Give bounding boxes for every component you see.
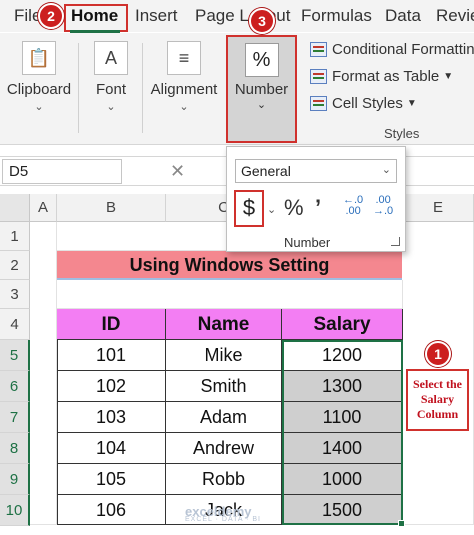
cell-id[interactable]: 105: [57, 464, 166, 495]
decrease-decimal-button[interactable]: .00 →.0: [373, 195, 393, 217]
cell-id[interactable]: 106: [57, 495, 166, 525]
font-label: Font: [95, 81, 126, 98]
cell-name[interactable]: Andrew: [166, 433, 282, 464]
cancel-icon[interactable]: ✕: [170, 161, 185, 182]
styles-group-label: Styles: [384, 126, 420, 141]
grid-column-a: [30, 222, 57, 525]
ribbon-separator: [78, 43, 79, 133]
header-id[interactable]: ID: [57, 309, 166, 340]
cell-salary[interactable]: 1200: [282, 340, 403, 371]
chevron-down-icon: ⌄: [179, 101, 189, 113]
cell-id[interactable]: 103: [57, 402, 166, 433]
chevron-down-icon: ▼: [406, 98, 417, 109]
conditional-formatting-label: Conditional Formatting: [332, 41, 474, 58]
grid-row-3: [57, 280, 403, 309]
number-format-value: General: [241, 163, 291, 179]
cell-id[interactable]: 102: [57, 371, 166, 402]
watermark-logo: exceldemy EXCEL · DATA · BI: [185, 504, 261, 523]
format-as-table-button[interactable]: Format as Table ▼: [310, 68, 453, 85]
row-header-3[interactable]: 3: [0, 280, 30, 309]
name-box[interactable]: D5: [2, 159, 122, 184]
number-format-dropdown: General ⌄ $ ⌄ % ’ ←.0 .00 .00 →.0 Number: [226, 146, 406, 252]
ribbon-separator: [142, 43, 143, 133]
column-header-a[interactable]: A: [30, 194, 57, 222]
comma-style-button[interactable]: ’: [315, 195, 321, 221]
cell-styles-label: Cell Styles: [332, 95, 403, 112]
font-icon: A: [94, 41, 128, 75]
watermark-subtext: EXCEL · DATA · BI: [185, 516, 261, 523]
clipboard-icon: 📋: [22, 41, 56, 75]
cell-name[interactable]: Smith: [166, 371, 282, 402]
row-header-9[interactable]: 9: [0, 464, 30, 495]
column-header-b[interactable]: B: [57, 194, 166, 222]
conditional-formatting-icon: [310, 42, 327, 57]
chevron-down-icon: ⌄: [381, 164, 391, 176]
cell-name[interactable]: Mike: [166, 340, 282, 371]
fill-handle[interactable]: [398, 520, 405, 527]
tab-review[interactable]: Revie: [436, 6, 474, 26]
select-all-corner[interactable]: [0, 194, 30, 222]
font-group[interactable]: A Font ⌄: [88, 41, 134, 113]
cell-id[interactable]: 101: [57, 340, 166, 371]
alignment-group[interactable]: ≡ Alignment ⌄: [150, 41, 218, 113]
row-header-6[interactable]: 6: [0, 371, 30, 402]
chevron-down-icon: ⌄: [106, 101, 116, 113]
clipboard-label: Clipboard: [6, 81, 72, 98]
number-icon-glyph: %: [252, 48, 271, 71]
cell-salary[interactable]: 1500: [282, 495, 403, 525]
instruction-note: Select the Salary Column: [406, 369, 469, 431]
cell-styles-icon: [310, 96, 327, 111]
number-group-label: Number: [234, 81, 289, 98]
tab-insert[interactable]: Insert: [135, 6, 178, 26]
chevron-down-icon: ⌄: [256, 99, 267, 111]
clipboard-group[interactable]: 📋 Clipboard ⌄: [6, 41, 72, 113]
chevron-down-icon: ▼: [443, 71, 454, 82]
row-header-10[interactable]: 10: [0, 495, 30, 526]
cell-salary[interactable]: 1100: [282, 402, 403, 433]
cell-salary[interactable]: 1300: [282, 371, 403, 402]
number-group-button[interactable]: % Number ⌄: [226, 35, 297, 143]
number-format-select[interactable]: General ⌄: [235, 159, 397, 183]
chevron-down-icon: ⌄: [34, 101, 44, 113]
step-marker-2: 2: [38, 3, 64, 29]
row-header-5[interactable]: 5: [0, 340, 30, 371]
font-icon-glyph: A: [104, 47, 117, 68]
cell-id[interactable]: 104: [57, 433, 166, 464]
increase-decimal-button[interactable]: ←.0 .00: [343, 195, 363, 217]
percent-style-button[interactable]: %: [284, 195, 304, 221]
tab-page-layout[interactable]: Page Layout: [195, 6, 290, 26]
table-icon: [310, 69, 327, 84]
accounting-format-button[interactable]: $: [234, 190, 264, 227]
header-salary[interactable]: Salary: [282, 309, 403, 340]
percent-icon: %: [244, 43, 279, 77]
format-as-table-label: Format as Table: [332, 68, 440, 85]
alignment-label: Alignment: [150, 81, 218, 98]
column-header-e[interactable]: E: [403, 194, 474, 222]
number-dropdown-label: Number: [284, 235, 331, 250]
cell-salary[interactable]: 1000: [282, 464, 403, 495]
increase-decimal-bottom: .00: [345, 205, 361, 217]
cell-salary[interactable]: 1400: [282, 433, 403, 464]
row-header-2[interactable]: 2: [0, 251, 30, 280]
chevron-down-icon[interactable]: ⌄: [267, 203, 276, 216]
sheet-title[interactable]: Using Windows Setting: [57, 251, 402, 280]
tab-formulas[interactable]: Formulas: [301, 6, 372, 26]
header-name[interactable]: Name: [166, 309, 282, 340]
step-marker-1: 1: [425, 341, 451, 367]
alignment-icon: ≡: [167, 41, 201, 75]
step-marker-3: 3: [249, 8, 275, 34]
decrease-decimal-bottom: →.0: [373, 205, 394, 217]
cell-styles-button[interactable]: Cell Styles ▼: [310, 95, 417, 112]
row-header-1[interactable]: 1: [0, 222, 30, 251]
row-header-4[interactable]: 4: [0, 309, 30, 340]
row-header-7[interactable]: 7: [0, 402, 30, 433]
tab-data[interactable]: Data: [385, 6, 421, 26]
conditional-formatting-button[interactable]: Conditional Formatting: [310, 41, 474, 58]
row-header-8[interactable]: 8: [0, 433, 30, 464]
home-tab-highlight: [64, 4, 128, 32]
dialog-launcher-icon[interactable]: [391, 237, 400, 246]
cell-name[interactable]: Robb: [166, 464, 282, 495]
cell-name[interactable]: Adam: [166, 402, 282, 433]
